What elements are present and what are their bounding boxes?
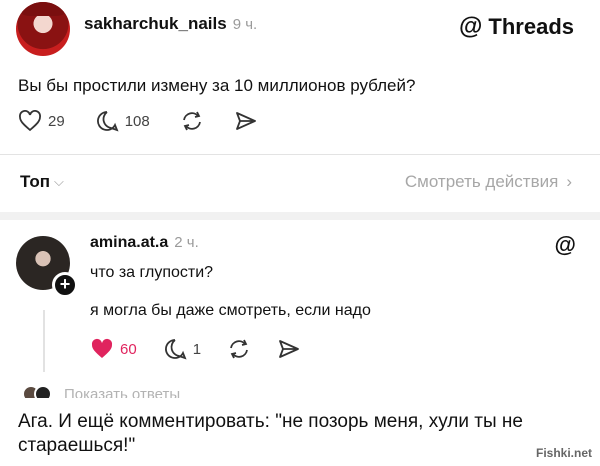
threads-logo: @ Threads — [459, 12, 574, 42]
post-header: sakharchuk_nails 9 ч. @ Threads — [0, 0, 600, 60]
like-count: 29 — [48, 112, 65, 130]
post-author[interactable]: sakharchuk_nails 9 ч. — [84, 14, 257, 34]
heart-filled-icon — [91, 338, 113, 358]
repost-button[interactable] — [180, 110, 204, 132]
sort-label: Топ — [20, 172, 50, 191]
post-text: Вы бы простили измену за 10 миллионов ру… — [18, 76, 416, 95]
threads-icon: @ — [554, 232, 576, 257]
reply-author[interactable]: amina.at.a 2 ч. — [90, 234, 199, 252]
repost-icon — [230, 339, 248, 359]
comment-button[interactable]: 108 — [95, 110, 150, 132]
sort-row: Топ ⌵ Смотреть действия › — [0, 168, 600, 198]
share-button[interactable] — [277, 338, 301, 360]
divider — [0, 154, 600, 155]
chevron-right-icon: › — [566, 172, 572, 191]
meme-caption: Ага. И ещё комментировать: "не позорь ме… — [0, 398, 600, 466]
reply-text-line: что за глупости? — [90, 264, 214, 281]
send-icon — [235, 112, 256, 130]
watermark: Fishki.net — [535, 446, 592, 460]
heart-icon — [19, 110, 41, 132]
view-activity-label: Смотреть действия — [404, 172, 559, 191]
threads-wordmark: Threads — [488, 14, 574, 39]
chevron-down-icon: ⌵ — [53, 174, 64, 189]
like-button[interactable]: 29 — [18, 110, 65, 132]
comment-count: 108 — [124, 112, 150, 130]
reply-time: 2 ч. — [174, 234, 199, 251]
share-button[interactable] — [234, 110, 258, 132]
repost-button[interactable] — [227, 338, 251, 360]
repost-icon — [182, 111, 201, 131]
reply-username[interactable]: amina.at.a — [90, 234, 168, 251]
view-activity-link[interactable]: Смотреть действия › — [405, 172, 572, 192]
threads-icon: @ — [459, 13, 483, 40]
post-username[interactable]: sakharchuk_nails — [84, 14, 227, 33]
avatar[interactable] — [16, 2, 70, 56]
send-icon — [279, 340, 299, 358]
post-time: 9 ч. — [232, 16, 258, 33]
follow-plus-icon[interactable]: + — [52, 272, 78, 298]
comment-count: 1 — [192, 340, 202, 358]
comment-button[interactable]: 1 — [163, 338, 201, 360]
like-button[interactable]: 60 — [90, 338, 137, 360]
sort-dropdown[interactable]: Топ ⌵ — [20, 172, 64, 192]
post-actions: 29 108 — [18, 110, 288, 132]
comment-icon — [96, 111, 119, 132]
comment-icon — [164, 339, 187, 360]
like-count: 60 — [120, 340, 137, 358]
reply-actions: 60 1 — [90, 338, 327, 360]
thread-line — [43, 310, 45, 372]
section-separator — [0, 212, 600, 220]
reply-text-line: я могла бы даже смотреть, если надо — [90, 302, 371, 319]
